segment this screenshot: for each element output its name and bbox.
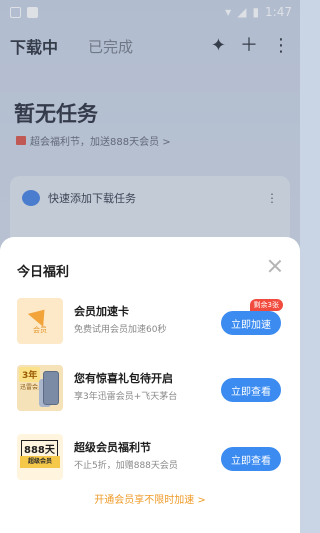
paper-plane-icon — [27, 302, 53, 327]
item-subtitle: 免费试用会员加速60秒 — [74, 325, 167, 335]
item-title: 您有惊喜礼包待开启 — [74, 372, 173, 385]
remaining-badge: 剩余3张 — [249, 299, 283, 311]
close-icon[interactable] — [268, 259, 282, 273]
item-subtitle: 享3年迅雷会员+飞天茅台 — [74, 392, 178, 402]
view-now-button[interactable]: 立即查看 — [221, 447, 281, 471]
festival-thumbnail: 888天 超级会员 — [17, 434, 63, 480]
list-item: 3年 迅雷会员 您有惊喜礼包待开启 享3年迅雷会员+飞天茅台 立即查看 — [17, 365, 285, 413]
item-title: 超级会员福利节 — [74, 441, 151, 454]
view-now-button[interactable]: 立即查看 — [221, 378, 281, 402]
sheet-title: 今日福利 — [17, 265, 70, 280]
list-item: 888天 超级会员 超级会员福利节 不止5折，加赠888天会员 立即查看 — [17, 434, 285, 482]
open-membership-link[interactable]: 开通会员享不限时加速 > — [0, 491, 300, 506]
list-item: 会员 会员加速卡 免费试用会员加速60秒 立即加速 剩余3张 — [17, 298, 285, 346]
phone-image — [43, 371, 59, 405]
gift-pack-thumbnail: 3年 迅雷会员 — [17, 365, 63, 411]
daily-benefits-sheet: 今日福利 会员 会员加速卡 免费试用会员加速60秒 立即加速 剩余3张 3年 迅… — [0, 237, 300, 533]
item-title: 会员加速卡 — [74, 305, 129, 318]
accelerate-now-button[interactable]: 立即加速 — [221, 311, 281, 335]
vip-card-thumbnail: 会员 — [17, 298, 63, 344]
item-subtitle: 不止5折，加赠888天会员 — [74, 461, 178, 471]
